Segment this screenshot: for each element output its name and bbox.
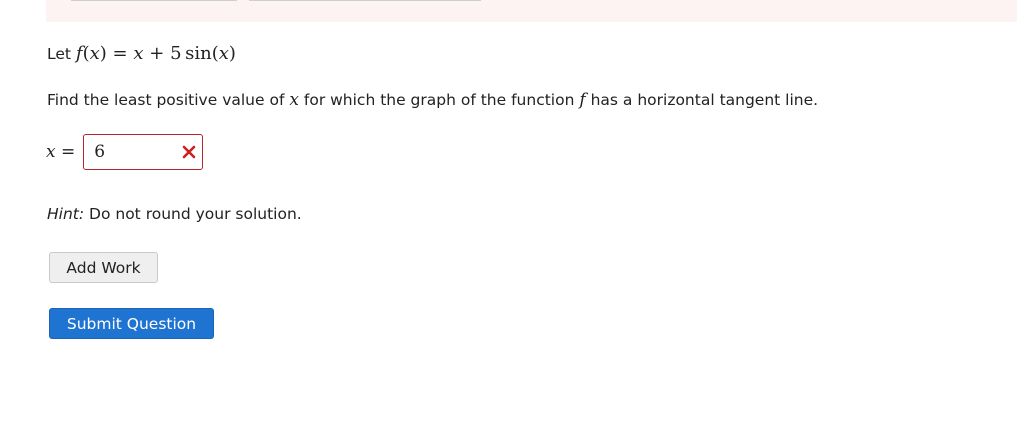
hint-label: Hint: (47, 205, 85, 223)
answer-input[interactable]: 6 (83, 134, 204, 170)
function-variable: x (89, 43, 100, 64)
formula-sin: sin (185, 43, 212, 64)
hint: Hint: Do not round your solution. (47, 203, 302, 225)
incorrect-x-icon (182, 145, 196, 159)
hint-text: Do not round your solution. (89, 205, 302, 223)
prompt-post: has a horizontal tangent line. (590, 91, 819, 109)
function-definition: Let f(x) = x + 5 sin(x) (47, 41, 236, 67)
answer-label: x = (46, 142, 75, 162)
prompt-variable: x (289, 90, 299, 110)
answer-value: 6 (94, 142, 106, 162)
add-work-button[interactable]: Add Work (49, 252, 158, 283)
question-prompt: Find the least positive value of x for w… (47, 89, 818, 111)
banner-divider (249, 0, 481, 1)
prompt-function-name: f (579, 90, 586, 110)
submit-question-button[interactable]: Submit Question (49, 308, 214, 339)
prompt-mid: for which the graph of the function (303, 91, 575, 109)
banner-divider (71, 0, 237, 1)
prompt-pre: Find the least positive value of (47, 91, 285, 109)
answer-label-equals: = (61, 142, 76, 162)
function-name: f (75, 43, 83, 64)
formula-sin-argument: x (218, 43, 229, 64)
intro-text: Let (47, 45, 71, 63)
formula-plus: + (149, 43, 165, 64)
formula-linear-term: x (133, 43, 144, 64)
top-banner (46, 0, 1017, 22)
formula-coefficient: 5 (170, 43, 182, 64)
function-formula: f(x) = x + 5 sin(x) (75, 43, 236, 64)
answer-row: x = 6 (46, 133, 204, 171)
answer-label-variable: x (46, 142, 56, 162)
